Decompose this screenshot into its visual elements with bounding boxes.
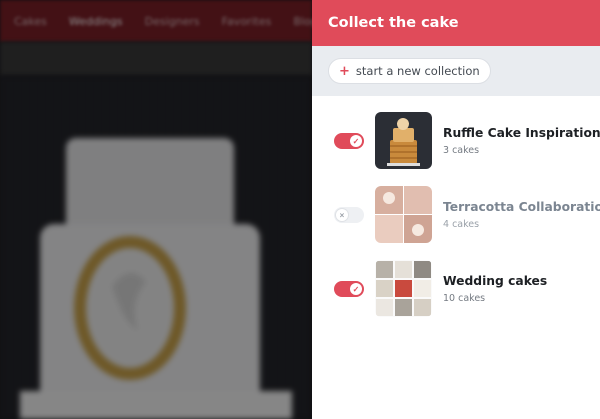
collection-name[interactable]: Terracotta Collaboration	[443, 200, 600, 214]
collection-name[interactable]: Wedding cakes	[443, 274, 547, 288]
panel-toolbar: + start a new collection	[312, 46, 600, 96]
check-icon: ✓	[350, 135, 362, 147]
collection-list: ✓ Ruffle Cake Inspiration 3 cakes × Terr…	[312, 96, 600, 334]
collect-panel: Collect the cake + start a new collectio…	[312, 0, 600, 419]
new-collection-button[interactable]: + start a new collection	[328, 58, 491, 84]
new-collection-label: start a new collection	[355, 64, 480, 78]
collection-info: Wedding cakes 10 cakes	[443, 274, 547, 304]
collection-row: ✓ Ruffle Cake Inspiration 3 cakes	[312, 112, 600, 186]
overlay-dim[interactable]	[0, 0, 312, 419]
collection-toggle[interactable]: ×	[334, 207, 364, 223]
collection-thumbnail[interactable]	[375, 260, 432, 317]
collection-count: 10 cakes	[443, 293, 486, 304]
collection-info: Terracotta Collaboration 4 cakes	[443, 200, 600, 230]
collection-toggle[interactable]: ✓	[334, 133, 364, 149]
plus-icon: +	[339, 63, 350, 79]
collection-thumbnail[interactable]	[375, 186, 432, 243]
collection-name[interactable]: Ruffle Cake Inspiration	[443, 126, 600, 140]
panel-title: Collect the cake	[312, 0, 600, 46]
collection-count: 4 cakes	[443, 219, 480, 230]
collection-toggle[interactable]: ✓	[334, 281, 364, 297]
collection-row: × Terracotta Collaboration 4 cakes	[312, 186, 600, 260]
app-screen: Cakes Weddings Designers Favorites Blog	[0, 0, 600, 419]
collection-count: 3 cakes	[443, 145, 480, 156]
collection-info: Ruffle Cake Inspiration 3 cakes	[443, 126, 600, 156]
collection-row: ✓ Wedding cakes 10 cakes	[312, 260, 600, 334]
check-icon: ✓	[350, 283, 362, 295]
x-icon: ×	[336, 209, 348, 221]
collection-thumbnail[interactable]	[375, 112, 432, 169]
background-page: Cakes Weddings Designers Favorites Blog	[0, 0, 312, 419]
